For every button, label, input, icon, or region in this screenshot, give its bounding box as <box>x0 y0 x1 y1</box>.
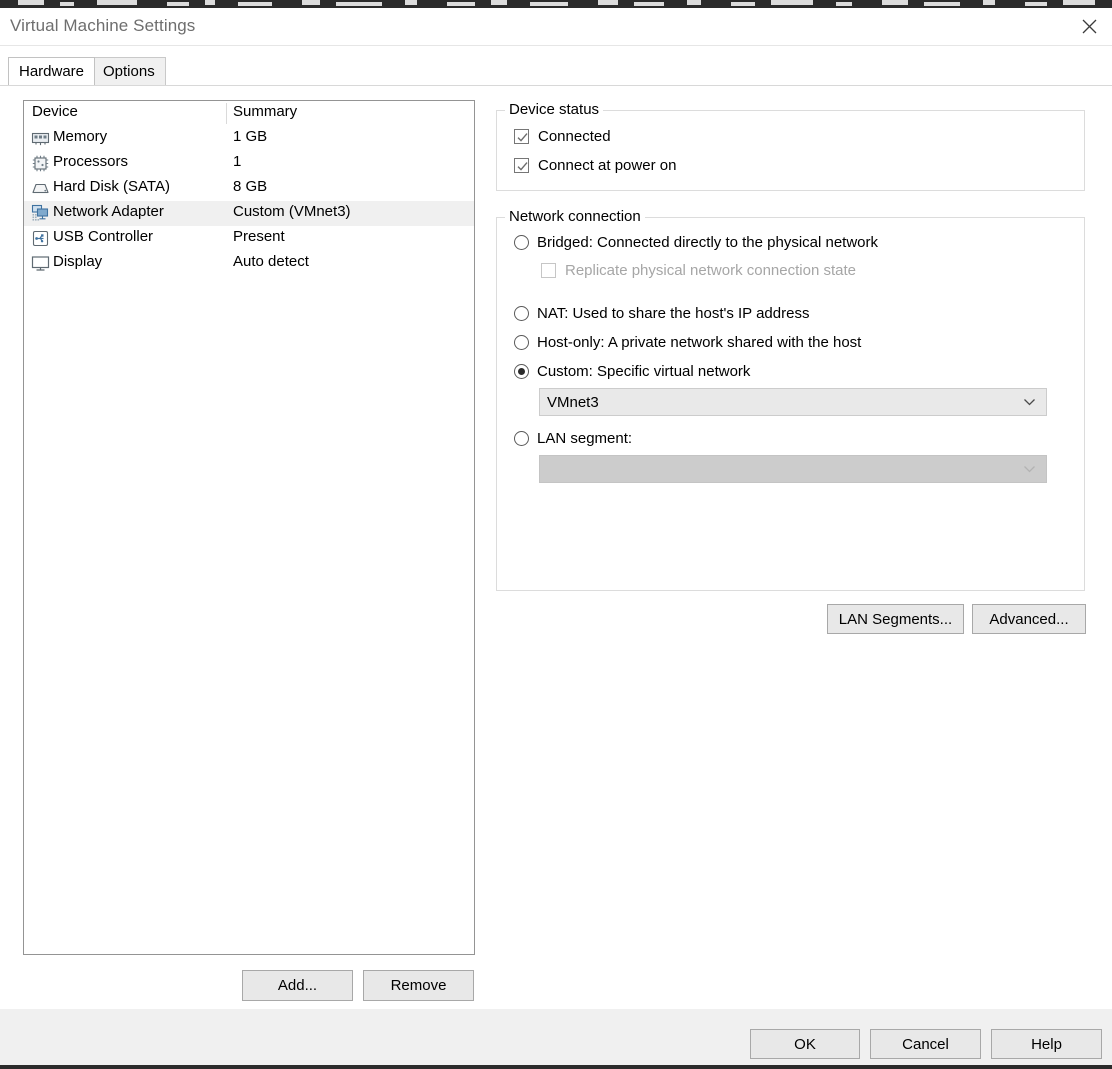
replicate-state-label: Replicate physical network connection st… <box>565 262 856 279</box>
connected-label: Connected <box>538 128 611 145</box>
add-button[interactable]: Add... <box>242 970 353 1001</box>
connected-checkbox[interactable]: Connected <box>514 128 611 145</box>
radio-circle <box>514 335 529 350</box>
window-top-edge-strip <box>0 0 1112 8</box>
device-summary: 1 <box>233 153 241 170</box>
device-status-group: Device status Connected Connect at power… <box>496 110 1085 191</box>
chevron-down-icon <box>1023 465 1036 474</box>
radio-lan-segment-label: LAN segment: <box>537 430 632 447</box>
radio-nat-label: NAT: Used to share the host's IP address <box>537 305 809 322</box>
table-row[interactable]: Memory 1 GB <box>24 126 474 151</box>
usb-controller-icon <box>31 229 50 248</box>
tab-options-label: Options <box>103 63 155 80</box>
device-name: USB Controller <box>53 228 153 245</box>
lan-segments-button[interactable]: LAN Segments... <box>827 604 964 634</box>
device-summary: 1 GB <box>233 128 267 145</box>
help-button[interactable]: Help <box>991 1029 1102 1059</box>
network-adapter-icon <box>31 204 50 223</box>
radio-circle <box>514 364 529 379</box>
table-row[interactable]: Processors 1 <box>24 151 474 176</box>
table-row[interactable]: Hard Disk (SATA) 8 GB <box>24 176 474 201</box>
remove-button[interactable]: Remove <box>363 970 474 1001</box>
device-name: Network Adapter <box>53 203 164 220</box>
checkbox-box <box>541 263 556 278</box>
connect-at-power-on-label: Connect at power on <box>538 157 676 174</box>
close-icon[interactable] <box>1066 8 1112 45</box>
device-status-title: Device status <box>505 101 603 118</box>
tab-hardware-label: Hardware <box>19 63 84 80</box>
window-bottom-edge-strip <box>0 1065 1112 1069</box>
device-name: Processors <box>53 153 128 170</box>
display-icon <box>31 254 50 273</box>
device-summary: Auto detect <box>233 253 309 270</box>
column-header-summary: Summary <box>233 103 297 120</box>
hard-disk-icon <box>31 179 50 198</box>
processor-icon <box>31 154 50 173</box>
dialog-body: Device Summary Memory 1 GB <box>0 85 1112 1009</box>
radio-bridged-label: Bridged: Connected directly to the physi… <box>537 234 878 251</box>
custom-network-value: VMnet3 <box>547 394 599 411</box>
radio-circle <box>514 235 529 250</box>
device-summary: Custom (VMnet3) <box>233 203 351 220</box>
radio-circle <box>514 431 529 446</box>
device-list-header: Device Summary <box>24 101 474 126</box>
radio-lan-segment[interactable]: LAN segment: <box>514 430 632 447</box>
radio-nat[interactable]: NAT: Used to share the host's IP address <box>514 305 809 322</box>
radio-circle <box>514 306 529 321</box>
tab-strip: Hardware Options <box>0 47 1112 85</box>
checkbox-box <box>514 158 529 173</box>
tab-hardware[interactable]: Hardware <box>8 57 95 85</box>
connect-at-power-on-checkbox[interactable]: Connect at power on <box>514 157 676 174</box>
radio-bridged[interactable]: Bridged: Connected directly to the physi… <box>514 234 878 251</box>
cancel-button[interactable]: Cancel <box>870 1029 981 1059</box>
table-row[interactable]: Network Adapter Custom (VMnet3) <box>24 201 474 226</box>
table-row[interactable]: USB Controller Present <box>24 226 474 251</box>
custom-network-combobox[interactable]: VMnet3 <box>539 388 1047 416</box>
radio-host-only-label: Host-only: A private network shared with… <box>537 334 861 351</box>
ok-button[interactable]: OK <box>750 1029 860 1059</box>
advanced-button[interactable]: Advanced... <box>972 604 1086 634</box>
chevron-down-icon <box>1023 398 1036 407</box>
device-name: Display <box>53 253 102 270</box>
column-separator <box>226 103 227 124</box>
device-list[interactable]: Device Summary Memory 1 GB <box>23 100 475 955</box>
radio-host-only[interactable]: Host-only: A private network shared with… <box>514 334 861 351</box>
network-connection-group: Network connection Bridged: Connected di… <box>496 217 1085 591</box>
radio-custom-label: Custom: Specific virtual network <box>537 363 750 380</box>
replicate-state-checkbox: Replicate physical network connection st… <box>541 262 856 279</box>
device-summary: 8 GB <box>233 178 267 195</box>
column-header-device: Device <box>32 103 78 120</box>
lan-segment-combobox <box>539 455 1047 483</box>
device-name: Memory <box>53 128 107 145</box>
tab-options[interactable]: Options <box>92 57 166 85</box>
title-bar: Virtual Machine Settings <box>0 8 1112 46</box>
checkbox-box <box>514 129 529 144</box>
radio-custom[interactable]: Custom: Specific virtual network <box>514 363 750 380</box>
virtual-machine-settings-dialog: Virtual Machine Settings Hardware Option… <box>0 0 1112 1069</box>
network-connection-title: Network connection <box>505 208 645 225</box>
window-title: Virtual Machine Settings <box>10 16 195 36</box>
memory-icon <box>31 129 50 148</box>
device-summary: Present <box>233 228 285 245</box>
device-name: Hard Disk (SATA) <box>53 178 170 195</box>
table-row[interactable]: Display Auto detect <box>24 251 474 276</box>
